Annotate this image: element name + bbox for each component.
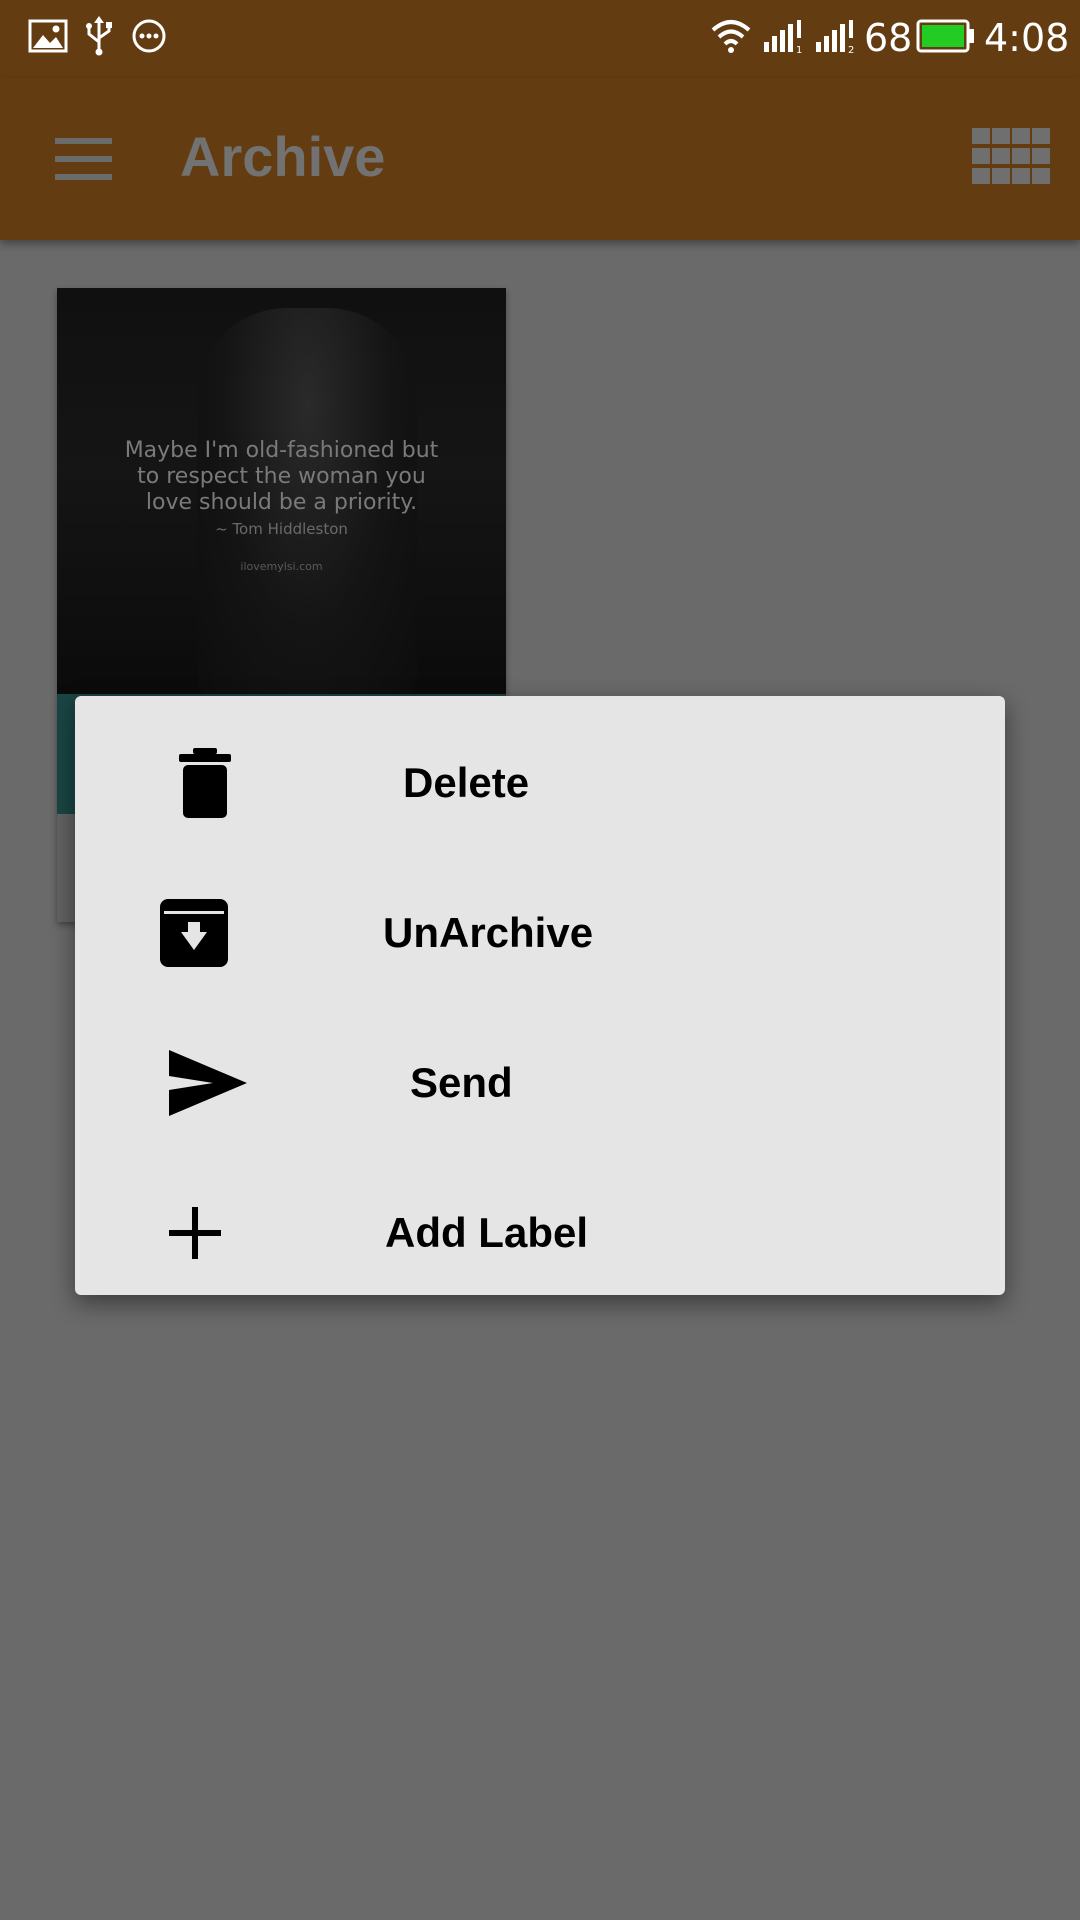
status-bar: 1 2 68 4:08 [0,0,1080,78]
battery-icon [916,19,974,53]
note-quote: Maybe I'm old-fashioned but to respect t… [57,438,506,516]
signal-2-icon: 2 [816,20,854,54]
menu-item-label: Send [410,1059,513,1106]
image-icon [28,19,68,53]
quote-line: love should be a priority. [145,490,418,515]
menu-item-send[interactable]: Send [75,1008,1005,1158]
unarchive-icon [160,899,228,967]
signal-1-icon: 1 [764,20,802,54]
menu-item-label: Add Label [385,1209,589,1256]
trash-icon [179,748,231,818]
page-title: Archive [180,125,386,188]
menu-item-label: UnArchive [383,909,594,956]
plus-icon [169,1207,221,1259]
more-icon [132,19,166,53]
hamburger-menu-icon[interactable] [48,130,120,190]
context-menu: Delete UnArchive Send Add Label [75,696,1005,1295]
quote-author: ~ Tom Hiddleston [215,520,348,538]
svg-text:1: 1 [796,45,802,54]
svg-text:2: 2 [848,45,854,54]
app-bar: Archive [0,78,1080,240]
grid-view-icon[interactable] [970,126,1050,186]
quote-line: Maybe I'm old-fashioned but [124,438,439,463]
menu-item-add-label[interactable]: Add Label [75,1158,1005,1308]
note-image: Maybe I'm old-fashioned but to respect t… [57,288,506,694]
menu-item-delete[interactable]: Delete [75,708,1005,858]
wifi-icon [711,20,751,53]
quote-source: ilovemylsi.com [240,560,323,573]
clock-text: 4:08 [984,16,1070,60]
battery-level-text: 68 [864,16,913,60]
quote-line: to respect the woman you [137,464,426,489]
menu-item-label: Delete [403,759,530,806]
menu-item-unarchive[interactable]: UnArchive [75,858,1005,1008]
usb-icon [86,16,112,56]
send-icon [169,1050,247,1116]
